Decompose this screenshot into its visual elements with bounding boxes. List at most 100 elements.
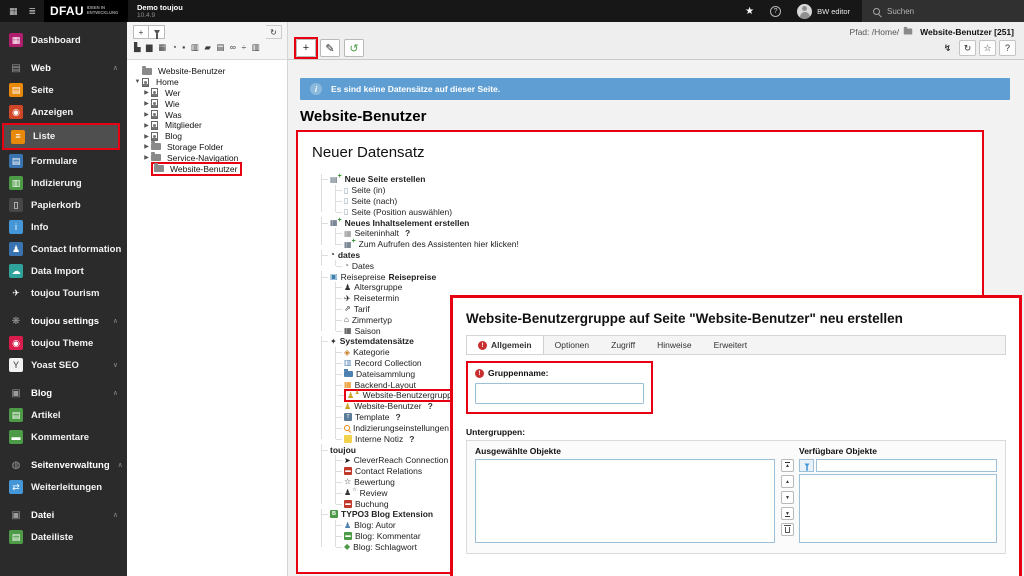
expander-icon[interactable]: ▶ — [142, 111, 151, 118]
drag-pagetype-icon-2[interactable]: ▆ — [146, 43, 153, 52]
wizard-item-kategorie[interactable]: ◈Kategorie — [344, 347, 393, 358]
wizard-item-zum-aufrufen-des-assistenten-hier-klicken[interactable]: ▦+Zum Aufrufen des Assistenten hier klic… — [344, 239, 522, 250]
sidebar-item-datei[interactable]: ▣Datei∧ — [0, 504, 127, 526]
sidebar-item-dateiliste[interactable]: ▤Dateiliste — [0, 526, 127, 548]
drag-pagetype-icon-7[interactable]: ▰ — [204, 43, 211, 52]
wizard-item-cleverreach-connection[interactable]: ➤CleverReach Connection — [344, 455, 451, 466]
selected-objects-listbox[interactable] — [475, 459, 775, 543]
drag-pagetype-icon-3[interactable]: ▦ — [158, 43, 166, 52]
drag-pagetype-icon-11[interactable]: ▥ — [252, 43, 260, 52]
new-page-button[interactable]: + — [133, 25, 149, 39]
pagetree-node-wer[interactable]: ▶Wer — [133, 88, 287, 99]
wizard-item-bewertung[interactable]: ☆Bewertung — [344, 477, 398, 488]
expander-icon[interactable]: ▶ — [142, 89, 151, 96]
filter-available-button[interactable] — [799, 459, 814, 472]
sidebar-item-papierkorb[interactable]: ▯Papierkorb — [0, 194, 127, 216]
sidebar-item-blog[interactable]: ▣Blog∧ — [0, 382, 127, 404]
move-to-bottom-button[interactable]: ▼ — [781, 507, 794, 520]
wizard-item-seite-position-ausw-hlen[interactable]: ▯Seite (Position auswählen) — [344, 206, 455, 217]
drag-pagetype-icon-4[interactable]: ◔ — [172, 43, 177, 52]
filter-button[interactable] — [149, 25, 165, 39]
bookmark-button[interactable]: ☆ — [979, 40, 996, 56]
wizard-item-record-collection[interactable]: ▥Record Collection — [344, 358, 425, 369]
sidebar-item-artikel[interactable]: ▤Artikel — [0, 404, 127, 426]
edit-page-button[interactable]: ✎ — [320, 39, 340, 57]
pagetree-node-storage-folder[interactable]: ▶Storage Folder — [133, 142, 287, 153]
help-question-icon[interactable]: ? — [428, 401, 433, 411]
sidebar-item-weiterleitungen[interactable]: ⇄Weiterleitungen — [0, 476, 127, 498]
open-recycler-button[interactable]: ↺ — [344, 39, 364, 57]
help-icon[interactable]: ? — [770, 6, 781, 17]
clear-cache-button[interactable]: ↯ — [939, 40, 956, 56]
wizard-item-blog-schlagwort[interactable]: ◆Blog: Schlagwort — [344, 541, 420, 552]
move-up-button[interactable]: ▲ — [781, 475, 794, 488]
expander-icon[interactable]: ▶ — [142, 100, 151, 107]
wizard-item-template[interactable]: TTemplate? — [344, 412, 404, 423]
sidebar-item-indizierung[interactable]: ▥Indizierung — [0, 172, 127, 194]
drag-pagetype-icon-10[interactable]: ÷ — [241, 43, 246, 52]
sidebar-item-dashboard[interactable]: ▦Dashboard — [0, 29, 127, 51]
wizard-item-buchung[interactable]: ▬Buchung — [344, 498, 392, 509]
sidebar-item-seitenverwaltung[interactable]: ◍Seitenverwaltung∧ — [0, 454, 127, 476]
pagetree-node-website-benutzer[interactable]: Website-Benutzer — [133, 163, 287, 174]
wizard-item-review[interactable]: ♟☆Review — [344, 487, 391, 498]
sidebar-item-toujou-theme[interactable]: ◉toujou Theme — [0, 332, 127, 354]
pagetree-node-home[interactable]: ▼Home — [133, 77, 287, 88]
modulemenu-toggle-icon[interactable]: ▦ — [9, 7, 18, 16]
user-menu[interactable]: BW editor — [797, 4, 850, 19]
wizard-item-interne-notiz[interactable]: Interne Notiz? — [344, 433, 417, 444]
wizard-item-altersgruppe[interactable]: ♟Altersgruppe — [344, 282, 405, 293]
move-down-button[interactable]: ▼ — [781, 491, 794, 504]
drag-pagetype-icon-1[interactable]: ▙ — [134, 43, 141, 52]
help-button[interactable]: ? — [999, 40, 1016, 56]
drag-pagetype-icon-8[interactable]: ▤ — [216, 43, 224, 52]
expander-icon[interactable]: ▶ — [142, 154, 151, 161]
wizard-item-reisetermin[interactable]: ✈Reisetermin — [344, 293, 402, 304]
sidebar-item-liste[interactable]: ≡Liste — [2, 123, 120, 150]
sidebar-item-toujou-settings[interactable]: ❋toujou settings∧ — [0, 310, 127, 332]
pagetree-node-mitglieder[interactable]: ▶Mitglieder — [133, 120, 287, 131]
expander-icon[interactable]: ▶ — [142, 143, 151, 150]
wizard-item-contact-relations[interactable]: ▬Contact Relations — [344, 466, 425, 477]
wizard-item-indizierungseinstellungen[interactable]: Indizierungseinstellungen? — [344, 423, 463, 434]
available-objects-listbox[interactable] — [799, 474, 997, 543]
wizard-item-seite-nach[interactable]: ▯Seite (nach) — [344, 196, 400, 207]
sidebar-item-formulare[interactable]: ▤Formulare — [0, 150, 127, 172]
wizard-item-saison[interactable]: ▦Saison — [344, 325, 384, 336]
drag-pagetype-icon-9[interactable]: ∞ — [230, 43, 236, 52]
expander-icon[interactable]: ▶ — [142, 133, 151, 140]
reload-button[interactable]: ↻ — [959, 40, 976, 56]
pagetree-toggle-icon[interactable]: ≣ — [29, 7, 37, 16]
available-filter-input[interactable] — [816, 459, 997, 472]
pagetree-node-wie[interactable]: ▶Wie — [133, 98, 287, 109]
delete-button[interactable] — [781, 523, 794, 536]
tab-zugriff[interactable]: Zugriff — [600, 336, 646, 354]
sidebar-item-contact-information[interactable]: ♟Contact Information — [0, 238, 127, 260]
sidebar-item-toujou-tourism[interactable]: ✈toujou Tourism — [0, 282, 127, 304]
help-question-icon[interactable]: ? — [396, 412, 401, 422]
gruppenname-input[interactable] — [475, 383, 644, 404]
sidebar-item-yoast-seo[interactable]: YYoast SEO∨ — [0, 354, 127, 376]
wizard-item-tarif[interactable]: ⇗Tarif — [344, 304, 373, 315]
help-question-icon[interactable]: ? — [405, 228, 410, 238]
sidebar-item-kommentare[interactable]: ▬Kommentare — [0, 426, 127, 448]
pagetree-node-was[interactable]: ▶Was — [133, 109, 287, 120]
tab-erweitert[interactable]: Erweitert — [703, 336, 759, 354]
sidebar-item-anzeigen[interactable]: ◉Anzeigen — [0, 101, 127, 123]
drag-pagetype-icon-5[interactable]: ▪ — [182, 43, 185, 52]
wizard-item-blog-kommentar[interactable]: ▬Blog: Kommentar — [344, 531, 424, 542]
wizard-item-dateisammlung[interactable]: Dateisammlung — [344, 368, 418, 379]
tab-allgemein[interactable]: !Allgemein — [467, 336, 544, 354]
pagetree-node-blog[interactable]: ▶Blog — [133, 131, 287, 142]
sidebar-item-data-import[interactable]: ☁Data Import — [0, 260, 127, 282]
expander-icon[interactable]: ▼ — [133, 79, 142, 85]
tab-optionen[interactable]: Optionen — [544, 336, 601, 354]
wizard-item-website-benutzer[interactable]: ♟Website-Benutzer? — [344, 401, 436, 412]
wizard-item-blog-autor[interactable]: ♟Blog: Autor — [344, 520, 399, 531]
wizard-item-seiteninhalt[interactable]: ▦Seiteninhalt? — [344, 228, 413, 239]
expander-icon[interactable]: ▶ — [142, 122, 151, 129]
bookmarks-icon[interactable]: ★ — [745, 6, 754, 17]
tab-hinweise[interactable]: Hinweise — [646, 336, 703, 354]
refresh-tree-button[interactable]: ↻ — [266, 25, 282, 39]
brand-logo[interactable]: DFAU IDEEN INENTWICKLUNG — [44, 0, 128, 22]
